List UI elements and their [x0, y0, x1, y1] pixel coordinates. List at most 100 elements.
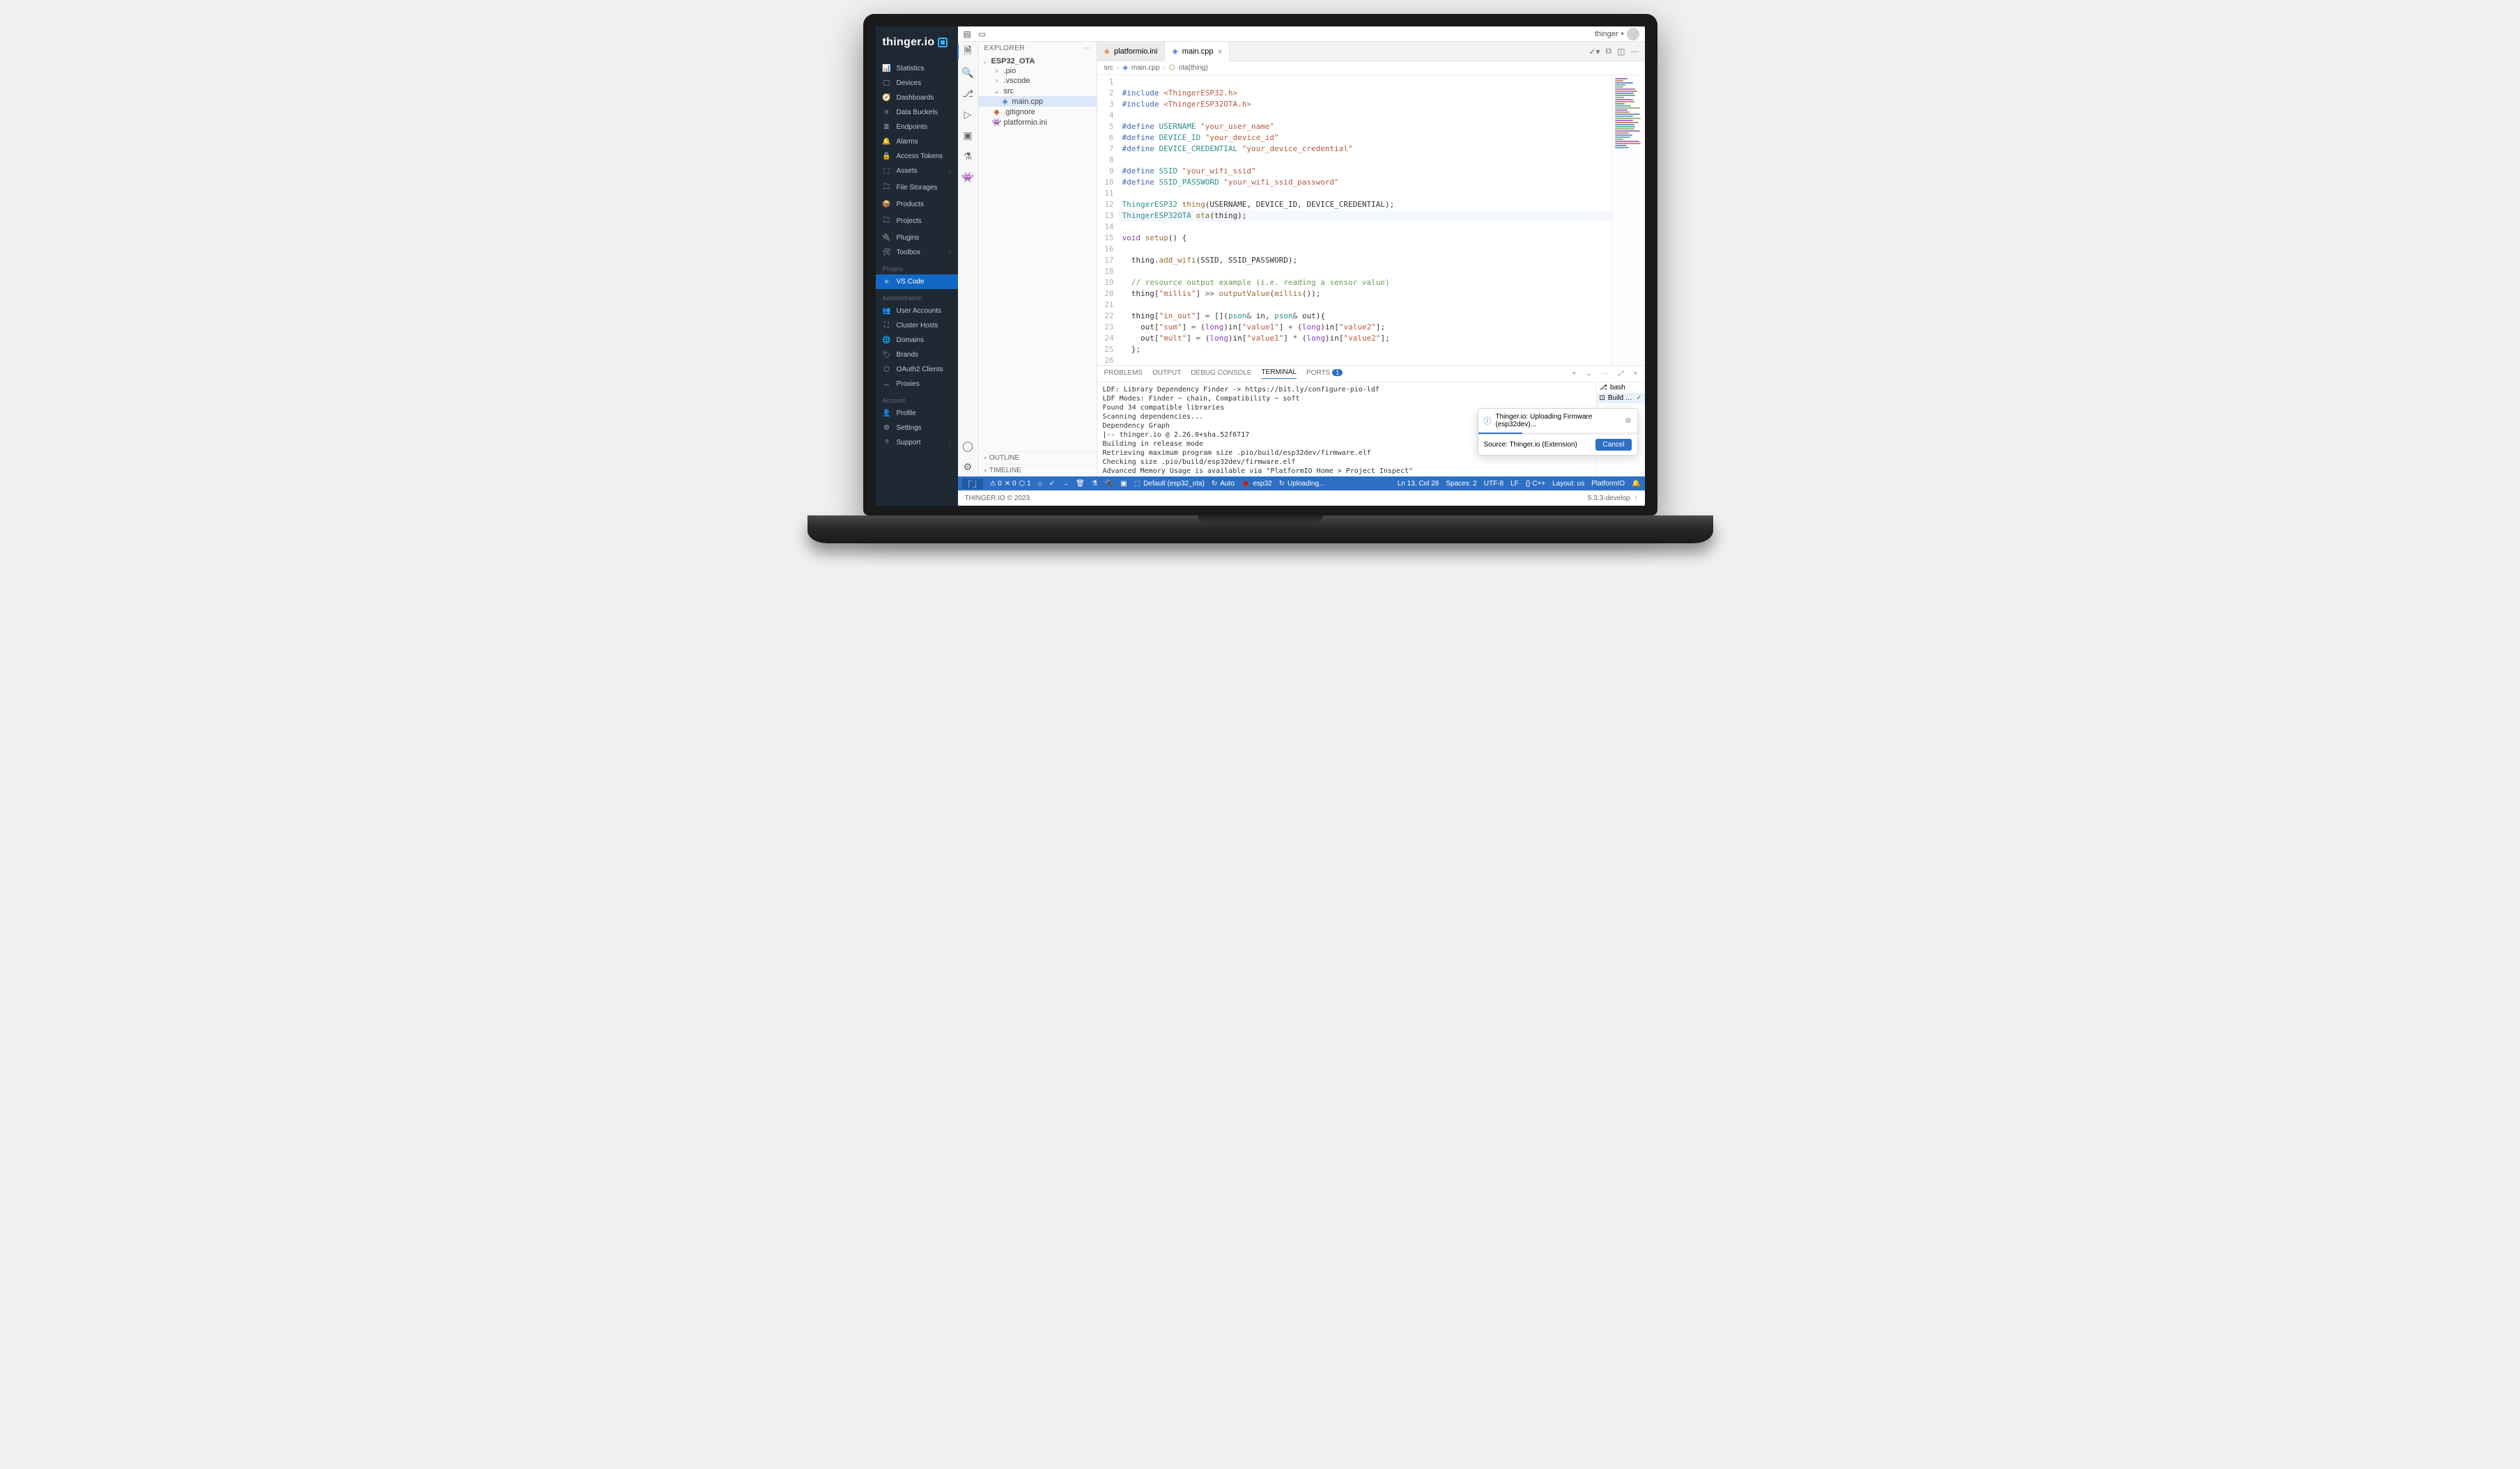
tab-main-cpp[interactable]: ◈main.cpp× — [1165, 42, 1230, 61]
platformio[interactable]: PlatformIO — [1591, 480, 1625, 488]
nav-file-storages[interactable]: 🗀File Storages — [876, 178, 958, 197]
panel-tab-ports[interactable]: PORTS1 — [1306, 369, 1343, 379]
list-icon: ≣ — [883, 123, 891, 131]
pio-device[interactable]: 🐞 esp32 — [1242, 480, 1272, 488]
titlebar: ▤ ▭ thinger▾ — [958, 26, 1645, 42]
folder-icon[interactable]: ▭ — [978, 29, 986, 39]
section-plugins: Plugins — [876, 260, 958, 274]
term-buildt[interactable]: ⊡Build T…✓ — [1597, 393, 1645, 403]
nav-oauth2-clients[interactable]: ⬡OAuth2 Clients — [876, 362, 958, 377]
platformio-icon[interactable]: 👾 — [962, 171, 973, 182]
nav-data-buckets[interactable]: ≡Data Buckets — [876, 105, 958, 120]
account-icon[interactable]: ◯ — [962, 440, 973, 451]
nav-proxies[interactable]: ↔Proxies — [876, 377, 958, 391]
tree--pio[interactable]: ›.pio — [979, 66, 1097, 76]
tree-main-cpp[interactable]: ◈main.cpp — [979, 96, 1097, 107]
explorer-icon[interactable]: 🗎 — [962, 46, 973, 57]
nav-profile[interactable]: 👤Profile — [876, 406, 958, 421]
nav-statistics[interactable]: 📊Statistics — [876, 61, 958, 76]
nav-assets[interactable]: ⬚Assets› — [876, 164, 958, 178]
more-icon[interactable]: ⋯ — [1631, 47, 1639, 56]
nav-cluster-hosts[interactable]: ⛶Cluster Hosts — [876, 318, 958, 333]
pio-upload-icon[interactable]: → — [1062, 480, 1069, 488]
panel-tab-terminal[interactable]: TERMINAL — [1261, 368, 1297, 379]
new-terminal-icon[interactable]: + — [1572, 370, 1576, 378]
nav-plugins[interactable]: 🔌Plugins — [876, 231, 958, 245]
nav-projects[interactable]: 🗀Projects — [876, 212, 958, 231]
nav-dashboards[interactable]: 🧭Dashboards — [876, 91, 958, 105]
nav-support[interactable]: ?Support› — [876, 435, 958, 450]
layout-sidebar-icon[interactable]: ▤ — [964, 29, 971, 39]
folder-icon: 🗀 — [883, 215, 891, 227]
nav-toolbox[interactable]: 🛠Toolbox› — [876, 245, 958, 260]
pio-clean-icon[interactable]: 🗑 — [1076, 480, 1085, 488]
tree-src[interactable]: ⌄src — [979, 86, 1097, 96]
layout[interactable]: Layout: us — [1552, 480, 1584, 488]
pio-build-icon[interactable]: ✓ — [1049, 480, 1055, 488]
nav-brands[interactable]: 🏷Brands — [876, 348, 958, 362]
status-uploading: ↻ Uploading... — [1279, 480, 1325, 488]
pio-home-icon[interactable]: ⌂ — [1038, 480, 1042, 488]
debug-icon[interactable]: ▷ — [962, 109, 973, 120]
nav-access-tokens[interactable]: 🔒Access Tokens — [876, 149, 958, 164]
tab-platformio-ini[interactable]: ◈platformio.ini — [1097, 42, 1166, 61]
settings-icon[interactable]: ⚙ — [962, 461, 973, 472]
nav-domains[interactable]: 🌐Domains — [876, 333, 958, 348]
remote-icon[interactable]: ⎾⏌ — [962, 479, 983, 489]
cursor-pos[interactable]: Ln 13, Col 28 — [1398, 480, 1439, 488]
source-control-icon[interactable]: ⎇ — [962, 88, 973, 99]
nav-devices[interactable]: 🖵Devices — [876, 76, 958, 91]
nav-vs-code[interactable]: ⟡VS Code — [876, 274, 958, 289]
pio-monitor-icon[interactable]: 🔌 — [1105, 480, 1113, 488]
code-editor[interactable]: 1234567891011121314151617181920212223242… — [1097, 75, 1645, 365]
minimap[interactable] — [1611, 75, 1645, 365]
wrench-icon: 🛠 — [883, 249, 891, 256]
scroll-top-icon[interactable]: ↑ — [1634, 495, 1638, 502]
timeline-section[interactable]: ›TIMELINE — [979, 464, 1097, 476]
pio-port[interactable]: ↻ Auto — [1212, 480, 1235, 488]
pio-env[interactable]: ⬚ Default (esp32_ota) — [1134, 480, 1205, 488]
split-icon[interactable]: ◫ — [1617, 47, 1625, 56]
maximize-icon[interactable]: ⤢ — [1618, 370, 1624, 378]
cancel-button[interactable]: Cancel — [1595, 439, 1631, 451]
encoding[interactable]: UTF-8 — [1484, 480, 1504, 488]
indent[interactable]: Spaces: 2 — [1446, 480, 1476, 488]
search-icon[interactable]: 🔍 — [962, 67, 973, 78]
user-menu[interactable]: thinger▾ — [1595, 28, 1639, 40]
nav-products[interactable]: 📦Products — [876, 197, 958, 212]
more-icon[interactable]: ⋯ — [1602, 370, 1609, 378]
compare-icon[interactable]: ⧉ — [1606, 46, 1612, 56]
extensions-icon[interactable]: ▣ — [962, 130, 973, 141]
test-icon[interactable]: ⚗ — [962, 150, 973, 162]
tree--gitignore[interactable]: ◆.gitignore — [979, 107, 1097, 117]
gear-icon[interactable]: ⚙ — [1625, 417, 1632, 425]
terminal-dropdown-icon[interactable]: ⌄ — [1586, 370, 1591, 378]
lang[interactable]: {} C++ — [1526, 480, 1545, 488]
panel-tab-output[interactable]: OUTPUT — [1152, 369, 1181, 379]
avatar-icon — [1627, 28, 1639, 40]
close-icon[interactable]: × — [1217, 47, 1222, 56]
breadcrumb[interactable]: src› ◈main.cpp› ⬡ota(thing) — [1097, 61, 1645, 75]
bell-icon[interactable]: 🔔 — [1632, 480, 1640, 488]
plug-icon: 🔌 — [883, 234, 891, 242]
nav-endpoints[interactable]: ≣Endpoints — [876, 120, 958, 134]
pio-test-icon[interactable]: ⚗ — [1092, 480, 1098, 488]
tab-bar: ◈platformio.ini◈main.cpp× ✓▾ ⧉ ◫ ⋯ — [1097, 42, 1645, 61]
term-bash[interactable]: ⎇bash — [1597, 382, 1645, 393]
outline-section[interactable]: ›OUTLINE — [979, 451, 1097, 464]
status-errors[interactable]: ⚠ 0 ✕ 0 ⬡ 1 — [990, 480, 1031, 488]
panel-tab-debug-console[interactable]: DEBUG CONSOLE — [1191, 369, 1251, 379]
more-icon[interactable]: ⋯ — [1083, 45, 1091, 52]
nav-user-accounts[interactable]: 👥User Accounts — [876, 304, 958, 318]
close-panel-icon[interactable]: × — [1634, 370, 1638, 378]
nav-alarms[interactable]: 🔔Alarms — [876, 134, 958, 149]
run-check-icon[interactable]: ✓▾ — [1589, 47, 1600, 56]
status-bar: ⎾⏌ ⚠ 0 ✕ 0 ⬡ 1 ⌂ ✓ → 🗑 ⚗ 🔌 ▣ ⬚ Default (… — [958, 476, 1645, 490]
eol[interactable]: LF — [1510, 480, 1519, 488]
nav-settings[interactable]: ⚙Settings — [876, 421, 958, 435]
pio-terminal-icon[interactable]: ▣ — [1120, 480, 1127, 488]
tree-root[interactable]: ⌄ESP32_OTA — [979, 56, 1097, 66]
tree-platformio-ini[interactable]: 👾platformio.ini — [979, 117, 1097, 127]
panel-tab-problems[interactable]: PROBLEMS — [1104, 369, 1143, 379]
tree--vscode[interactable]: ›.vscode — [979, 76, 1097, 86]
